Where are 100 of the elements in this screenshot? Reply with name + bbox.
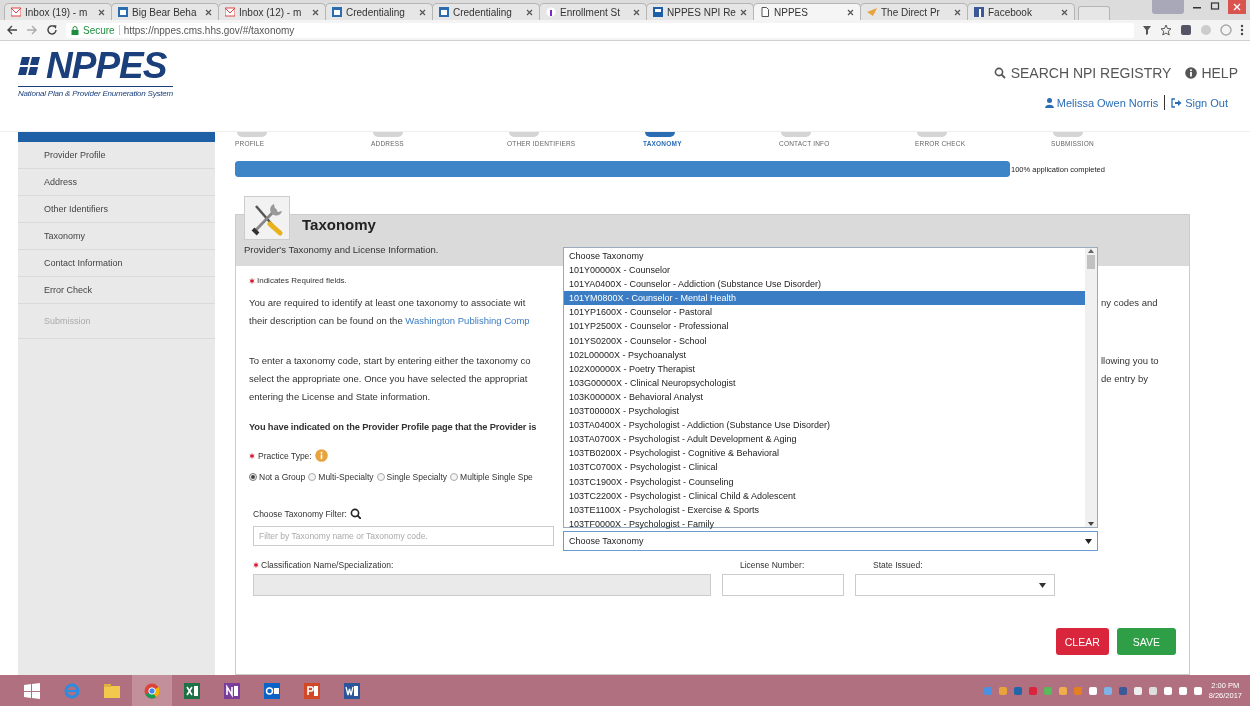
info-icon[interactable] bbox=[314, 449, 328, 462]
extension-icon[interactable] bbox=[1180, 24, 1192, 36]
address-bar[interactable]: Secure https://nppes.cms.hhs.gov/#/taxonomy bbox=[66, 22, 1134, 38]
close-icon[interactable] bbox=[312, 8, 319, 16]
close-icon[interactable] bbox=[419, 8, 426, 16]
dropdown-option[interactable]: 103TC2200X - Psychologist - Clinical Child & Adolescent bbox=[564, 488, 1085, 503]
chrome-icon[interactable] bbox=[144, 683, 160, 699]
tray-icon[interactable] bbox=[1192, 686, 1203, 696]
folder-icon[interactable] bbox=[104, 683, 120, 699]
dropdown-list[interactable] bbox=[563, 247, 1098, 528]
browser-tab[interactable]: Facebook bbox=[967, 3, 1075, 20]
presentation-app-icon[interactable] bbox=[304, 683, 320, 699]
document-app-icon[interactable] bbox=[344, 683, 360, 699]
dropdown-option[interactable]: 102X00000X - Poetry Therapist bbox=[564, 361, 1085, 376]
browser-tab[interactable]: The Direct Pr bbox=[860, 3, 968, 20]
maximize-icon[interactable] bbox=[1210, 0, 1220, 12]
mail-icon bbox=[225, 7, 235, 17]
radio-button[interactable] bbox=[450, 473, 459, 481]
dropdown-option[interactable]: 102L00000X - Psychoanalyst bbox=[564, 347, 1085, 362]
publisher-link[interactable]: Washington Publishing Comp bbox=[405, 314, 530, 326]
tray-icon[interactable] bbox=[1162, 686, 1173, 696]
sign-out-link[interactable]: Sign Out bbox=[1171, 96, 1228, 109]
close-icon[interactable] bbox=[1228, 0, 1246, 14]
sidebar-item[interactable]: Error Check bbox=[18, 277, 215, 304]
dropdown-option[interactable]: 103TA0400X - Psychologist - Addiction (Substance Use Disorder) bbox=[564, 418, 1085, 433]
start-icon[interactable] bbox=[24, 683, 40, 699]
social-icon bbox=[974, 7, 984, 17]
close-icon[interactable] bbox=[98, 8, 105, 16]
dropdown-option[interactable]: 103T00000X - Psychologist bbox=[564, 404, 1085, 419]
dropdown-option[interactable]: 101Y00000X - Counselor bbox=[564, 263, 1085, 278]
calendar-icon bbox=[118, 7, 128, 17]
url-text: https://nppes.cms.hhs.gov/#/taxonomy bbox=[123, 24, 295, 36]
browser-tab[interactable]: Big Bear Beha bbox=[111, 3, 219, 20]
filter-input[interactable]: Filter by Taxonomy name or Taxonomy code. bbox=[253, 526, 554, 546]
search-link[interactable]: SEARCH NPI REGISTRY bbox=[993, 65, 1172, 81]
license-number-field[interactable] bbox=[722, 574, 844, 596]
user-link[interactable]: Melissa Owen Norris bbox=[1044, 96, 1159, 109]
paragraph-text: ny codes and bbox=[1101, 296, 1158, 308]
dropdown-option[interactable]: 101YP1600X - Counselor - Pastoral bbox=[564, 305, 1085, 320]
sidebar-item[interactable]: Address bbox=[18, 169, 215, 196]
tray-icon[interactable] bbox=[1177, 686, 1188, 696]
dropdown-option[interactable]: 101YS0200X - Counselor - School bbox=[564, 333, 1085, 348]
search-icon bbox=[993, 66, 1007, 80]
close-icon[interactable] bbox=[205, 8, 212, 16]
menu-icon[interactable] bbox=[1240, 24, 1244, 36]
back-arrow-icon[interactable] bbox=[6, 24, 18, 36]
dropdown-option[interactable]: 103TE1100X - Psychologist - Exercise & Sports bbox=[564, 502, 1085, 517]
sidebar-item[interactable]: Other Identifiers bbox=[18, 196, 215, 223]
dropdown-option[interactable]: 103TC0700X - Psychologist - Clinical bbox=[564, 460, 1085, 475]
dropdown-option[interactable]: 103TC1900X - Psychologist - Counseling bbox=[564, 474, 1085, 489]
close-icon[interactable] bbox=[740, 8, 747, 16]
browser-tab[interactable]: Credentialing bbox=[325, 3, 433, 20]
dropdown-option[interactable]: 101YM0800X - Counselor - Mental Health bbox=[564, 291, 1085, 306]
tray-icon[interactable] bbox=[1147, 686, 1158, 696]
logo-subtitle: National Plan & Provider Enumeration System bbox=[18, 89, 174, 98]
close-icon[interactable] bbox=[1061, 8, 1068, 16]
browser-tab[interactable]: Inbox (12) - m bbox=[218, 3, 326, 20]
close-icon[interactable] bbox=[526, 8, 533, 16]
dropdown-option[interactable]: 103TA0700X - Psychologist - Adult Development & Aging bbox=[564, 432, 1085, 447]
scrollbar-thumb[interactable] bbox=[1087, 255, 1095, 269]
sidebar-item[interactable]: Taxonomy bbox=[18, 223, 215, 250]
dropdown-option[interactable]: 101YA0400X - Counselor - Addiction (Substance Use Disorder) bbox=[564, 277, 1085, 292]
tray-icon[interactable] bbox=[1087, 686, 1098, 696]
forward-arrow-icon[interactable] bbox=[26, 24, 38, 36]
browser-tab[interactable]: NPPES bbox=[753, 3, 861, 20]
clear-button[interactable]: CLEAR bbox=[1055, 628, 1109, 655]
close-icon[interactable] bbox=[633, 8, 640, 16]
browser-tab[interactable]: NPPES NPI Re bbox=[646, 3, 754, 20]
dropdown-option[interactable]: 103G00000X - Clinical Neuropsychologist bbox=[564, 375, 1085, 390]
help-link[interactable]: HELP bbox=[1185, 65, 1238, 81]
sidebar-item[interactable]: Provider Profile bbox=[18, 142, 215, 169]
radio-button[interactable] bbox=[376, 473, 385, 481]
reload-icon[interactable] bbox=[46, 24, 58, 36]
tray-icon[interactable] bbox=[1132, 686, 1143, 696]
spreadsheet-app-icon[interactable] bbox=[184, 683, 200, 699]
sidebar-item[interactable]: Contact Information bbox=[18, 250, 215, 277]
scroll-up-icon[interactable] bbox=[1088, 248, 1094, 253]
tray-icon[interactable] bbox=[1057, 686, 1068, 696]
filter-icon[interactable] bbox=[1142, 24, 1152, 36]
close-icon[interactable] bbox=[847, 8, 854, 16]
dropdown-option[interactable]: 103TB0200X - Psychologist - Cognitive & Behavioral bbox=[564, 446, 1085, 461]
taxonomy-select[interactable]: Choose Taxonomy bbox=[563, 531, 1098, 551]
radio-label: Single Specialty bbox=[386, 472, 448, 482]
close-icon[interactable] bbox=[954, 8, 961, 16]
browser-tab[interactable]: Enrollment St bbox=[539, 3, 647, 20]
dropdown-option[interactable]: Choose Taxonomy bbox=[564, 249, 1085, 264]
browser-tab[interactable]: Inbox (19) - m bbox=[4, 3, 112, 20]
dropdown-option[interactable]: 103K00000X - Behavioral Analyst bbox=[564, 389, 1085, 405]
dropdown-option[interactable]: 101YP2500X - Counselor - Professional bbox=[564, 319, 1085, 334]
star-icon[interactable] bbox=[1160, 24, 1172, 36]
radio-button[interactable] bbox=[249, 473, 257, 481]
scroll-down-icon[interactable] bbox=[1088, 522, 1094, 527]
radio-button[interactable] bbox=[308, 473, 317, 481]
browser-tab[interactable]: Credentialing bbox=[432, 3, 540, 20]
mail-app-icon[interactable] bbox=[264, 683, 280, 699]
radio-label: Not a Group bbox=[259, 472, 306, 482]
dropdown-option[interactable]: 103TF0000X - Psychologist - Family bbox=[564, 516, 1085, 531]
notebook-app-icon[interactable] bbox=[224, 683, 240, 699]
notice-text: You have indicated on the Provider Profile page that the Provider is bbox=[249, 422, 537, 432]
caret-icon bbox=[1085, 538, 1092, 544]
